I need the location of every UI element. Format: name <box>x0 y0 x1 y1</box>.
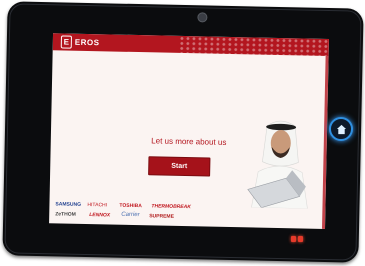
brand-logo: HITACHI <box>87 202 108 209</box>
brand-logo: SAMSUNG <box>55 201 82 208</box>
brand-logo: Carrier <box>121 211 140 219</box>
person-illustration <box>247 120 308 209</box>
header-pattern <box>178 35 329 57</box>
brand-logo: SUPREME <box>149 213 175 220</box>
brand-logos: SAMSUNG HITACHI TOSHIBA THERMOBREAK ZeTH… <box>49 198 229 226</box>
brand-logo: THERMOBREAK <box>151 203 191 211</box>
tablet-device: E EROS Let us more about us Start SAMSUN… <box>2 1 364 263</box>
brand-logo: ZeTHOM <box>55 211 76 218</box>
logo-text: EROS <box>74 37 100 48</box>
welcome-prompt: Let us more about us <box>151 136 227 147</box>
home-button[interactable] <box>329 117 353 141</box>
start-button[interactable]: Start <box>148 156 211 177</box>
kiosk-screen: E EROS Let us more about us Start SAMSUN… <box>49 33 329 229</box>
brand-logo: LENNOX <box>89 212 111 219</box>
status-led <box>291 236 303 242</box>
brand-logo: TOSHIBA <box>119 202 142 210</box>
eros-logo: E EROS <box>60 35 100 49</box>
home-icon <box>336 124 346 134</box>
logo-icon: E <box>60 35 72 49</box>
